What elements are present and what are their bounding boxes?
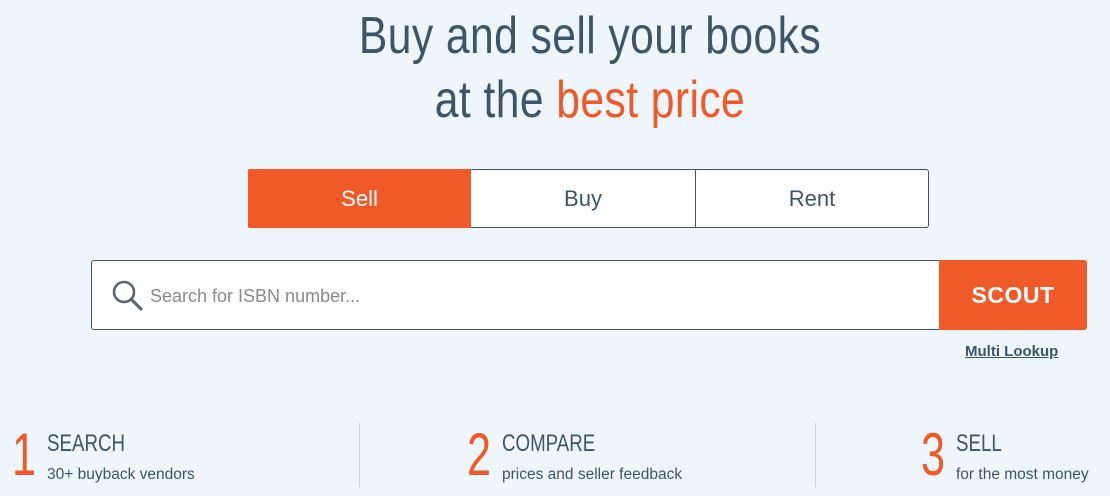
step-sell: 3 SELL for the most money: [909, 420, 1110, 490]
tab-buy[interactable]: Buy: [471, 169, 695, 228]
step-search: 1 SEARCH 30+ buyback vendors: [0, 420, 350, 490]
step-compare: 2 COMPARE prices and seller feedback: [455, 420, 805, 490]
hero-line-2-prefix: at the: [434, 71, 557, 129]
search-box: [91, 260, 940, 330]
step-number: 1: [12, 421, 37, 488]
step-description: for the most money: [956, 466, 1089, 483]
step-divider: [359, 423, 360, 487]
hero-accent-text: best price: [556, 71, 746, 129]
mode-tabs: Sell Buy Rent: [248, 169, 929, 228]
tab-sell[interactable]: Sell: [248, 169, 471, 228]
hero-headline: Buy and sell your books at the best pric…: [106, 4, 1074, 132]
hero-line-2: at the best price: [106, 68, 1074, 132]
hero-line-1: Buy and sell your books: [358, 7, 822, 65]
search-input[interactable]: [148, 271, 922, 321]
step-divider: [815, 423, 816, 487]
multi-lookup-link[interactable]: Multi Lookup: [965, 343, 1058, 360]
step-number: 3: [921, 421, 946, 488]
step-title: SELL: [956, 430, 1002, 457]
step-title: SEARCH: [47, 430, 126, 457]
step-description: prices and seller feedback: [502, 466, 683, 483]
step-title: COMPARE: [502, 430, 596, 457]
tab-rent[interactable]: Rent: [695, 169, 929, 228]
step-number: 2: [467, 421, 492, 488]
step-description: 30+ buyback vendors: [47, 466, 195, 483]
scout-button[interactable]: SCOUT: [939, 260, 1087, 330]
search-icon: [112, 280, 143, 311]
